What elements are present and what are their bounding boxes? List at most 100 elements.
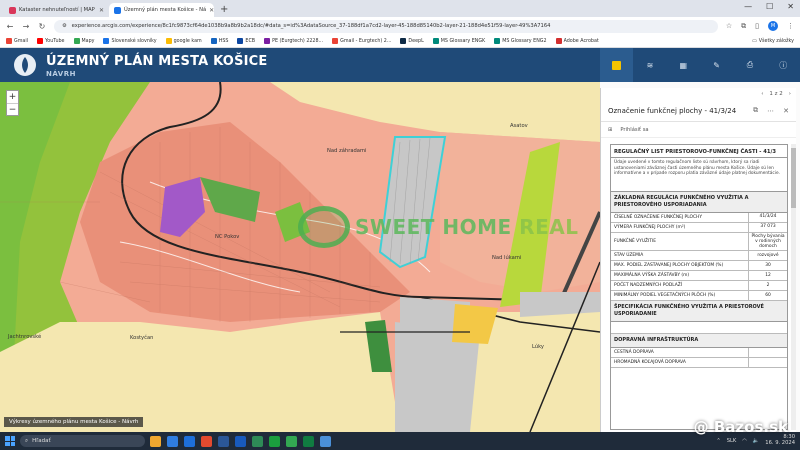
regulation-row: VÝMERA FUNKČNEJ PLOCHY (m²) 37 073 (611, 222, 787, 233)
all-bookmarks-button[interactable]: ▭ Všetky záložky (752, 39, 794, 44)
bookmark-item[interactable]: PE (Eurgtech) 2228... (264, 38, 323, 44)
taskbar-app-icon[interactable] (218, 435, 229, 447)
taskbar-app-icon[interactable] (303, 435, 314, 447)
regulation-value: 41/3/24 (759, 214, 777, 220)
map-place-label: Lúky (532, 344, 544, 350)
app-subtitle: NÁVRH (46, 70, 76, 78)
clock-date: 16. 9. 2024 (765, 440, 795, 446)
taskbar-app-icon[interactable] (150, 435, 161, 447)
bookmark-item[interactable]: google kam (165, 38, 202, 44)
regulation-row: STAV ÚZEMIA rozvojové (611, 251, 787, 262)
regulation-value: 12 (765, 273, 771, 279)
taskbar-app-icon[interactable] (269, 435, 280, 447)
taskbar-app-icon[interactable] (286, 435, 297, 447)
back-icon[interactable]: ← (6, 22, 14, 31)
reload-icon[interactable]: ↻ (38, 22, 46, 31)
menu-icon[interactable]: ⋮ (787, 22, 794, 30)
panel-search-text[interactable]: Prihlásiť sa (620, 127, 648, 133)
bookmark-favicon-icon (6, 38, 12, 44)
bookmark-item[interactable]: Mapy (73, 38, 94, 44)
tab-label: Územný plán mesta Košice - Ná (124, 7, 207, 13)
bookmark-item[interactable]: YouTube (37, 38, 65, 44)
browser-tab-bar: Kataster nehnuteľností | MAP ✕ Územný pl… (0, 0, 800, 17)
bookmark-item[interactable]: HSS (210, 38, 228, 44)
next-feature-icon[interactable]: › (789, 91, 791, 97)
panel-pagination: ‹ 1 z 2 › (601, 88, 796, 100)
more-options-icon[interactable]: ⋯ (767, 107, 774, 115)
tab-cadastre[interactable]: Kataster nehnuteľností | MAP ✕ (4, 3, 109, 17)
info-tool-button[interactable]: ⓘ (767, 48, 800, 82)
regulation-key: CESTNÁ DOPRAVA (611, 347, 749, 357)
tab-urban-plan[interactable]: Územný plán mesta Košice - Ná ✕ (109, 3, 214, 17)
bookmark-label: Gmail - Eurgtech) 2... (340, 38, 392, 44)
bookmark-item[interactable]: Slovenské slovníky (103, 38, 157, 44)
basemap-tool-button[interactable]: ▦ (667, 48, 700, 82)
map-place-label: Kostyčan (130, 335, 154, 341)
forward-icon[interactable]: → (22, 22, 30, 31)
zoom-to-icon[interactable]: ⊞ (608, 127, 612, 133)
zoom-out-button[interactable]: − (7, 103, 18, 115)
wifi-icon[interactable]: ◠ (742, 438, 747, 444)
bookmark-item[interactable]: ECB (237, 38, 255, 44)
taskbar-app-icon[interactable] (184, 435, 195, 447)
taskbar-app-icon[interactable] (167, 435, 178, 447)
measure-icon: ✎ (713, 60, 720, 70)
sidepanel-icon[interactable]: ▯ (755, 22, 759, 30)
bookmark-item[interactable]: MS Glossary ENG2 (494, 38, 547, 44)
extensions-icon[interactable]: ⧉ (741, 22, 746, 31)
bookmark-item[interactable]: Gmail (6, 38, 28, 44)
taskbar-app-icon[interactable] (252, 435, 263, 447)
taskbar-app-icon[interactable] (201, 435, 212, 447)
map-place-label: NC Pokov (215, 234, 240, 240)
watermark-main-text: SWEET HOME (355, 215, 520, 239)
site-info-icon[interactable]: ⚙ (62, 23, 67, 29)
minimize-icon[interactable]: — (744, 2, 752, 11)
close-tab-icon[interactable]: ✕ (99, 7, 104, 14)
regulation-row: FUNKČNÉ VYUŽITIE Plochy bývania v rodinný… (611, 232, 787, 252)
close-window-icon[interactable]: ✕ (787, 2, 794, 11)
bookmark-item[interactable]: Adobe Acrobat (555, 38, 599, 44)
taskbar-app-icon[interactable] (235, 435, 246, 447)
bookmark-item[interactable]: MS Glossary ENGK (432, 38, 485, 44)
print-tool-button[interactable]: ⎙ (733, 48, 766, 82)
profile-avatar[interactable]: M (768, 21, 778, 31)
close-tab-icon[interactable]: ✕ (209, 7, 214, 14)
regulation-key: MAX. PODIEL ZASTAVANEJ PLOCHY OBJEKTOM (… (611, 261, 749, 271)
url-field[interactable]: ⚙ experience.arcgis.com/experience/8c1fc… (54, 19, 718, 33)
regulation-row: HROMADNÁ KOĽAJOVÁ DOPRAVA (611, 357, 787, 368)
taskbar-app-icon[interactable] (320, 435, 331, 447)
prev-feature-icon[interactable]: ‹ (761, 91, 763, 97)
regulation-row: MAXIMÁLNA VÝŠKA ZÁSTAVBY (m) 12 (611, 271, 787, 282)
tray-chevron-icon[interactable]: ⌃ (716, 438, 720, 444)
panel-scrollbar[interactable] (791, 144, 796, 430)
rural-area-south (0, 312, 400, 432)
bookmarks-bar: Gmail YouTube Mapy Slovenské slovníky google… (0, 35, 800, 48)
bookmark-label: Adobe Acrobat (563, 38, 599, 44)
new-tab-icon[interactable]: + (220, 3, 228, 17)
maximize-icon[interactable]: ☐ (766, 2, 773, 11)
legend-tool-button[interactable] (600, 48, 634, 82)
dock-icon[interactable]: ⧉ (753, 106, 758, 115)
measure-tool-button[interactable]: ✎ (700, 48, 733, 82)
language-indicator[interactable]: SLK (727, 438, 737, 444)
regulation-row: POČET NADZEMNÝCH PODLAŽÍ 2 (611, 281, 787, 292)
scroll-thumb[interactable] (791, 148, 796, 208)
regulation-section-title: ŠPECIFIKÁCIA FUNKČNÉHO VYUŽITIA A PRIEST… (611, 301, 787, 322)
clock[interactable]: 8:30 16. 9. 2024 (765, 434, 795, 447)
bookmark-item[interactable]: DeepL (400, 38, 424, 44)
volume-icon[interactable]: 🔈 (753, 438, 759, 444)
close-panel-icon[interactable]: ✕ (783, 107, 789, 115)
bookmark-star-icon[interactable]: ☆ (726, 22, 732, 30)
regulation-row: ČÍSELNÉ OZNAČENIE FUNKČNEJ PLOCHY 41/3/24 (611, 212, 787, 223)
windows-start-icon[interactable] (5, 436, 15, 446)
bookmark-favicon-icon (494, 38, 501, 44)
map-view[interactable]: + − Nad záhradami Asatov NC Pokov Nad lúkam… (0, 82, 600, 432)
feature-info-panel: ‹ 1 z 2 › Označenie funkčnej plochy - 41… (600, 88, 796, 432)
zoom-in-button[interactable]: + (7, 91, 18, 103)
regulation-key: MAXIMÁLNA VÝŠKA ZÁSTAVBY (m) (611, 271, 749, 281)
layers-tool-button[interactable]: ≋ (633, 48, 666, 82)
bookmark-item[interactable]: Gmail - Eurgtech) 2... (332, 38, 391, 44)
panel-header: Označenie funkčnej plochy - 41/3/24 ⧉ ⋯ … (601, 100, 796, 122)
taskbar-search[interactable]: ⌕ Hľadať (20, 435, 145, 447)
watermark-text: SWEET HOME REAL (355, 215, 578, 239)
